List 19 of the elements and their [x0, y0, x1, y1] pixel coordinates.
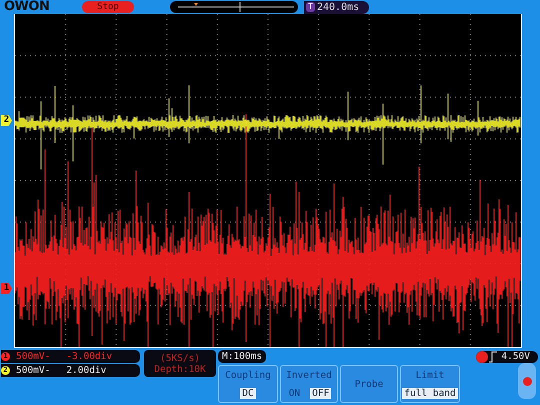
channel-offset: -3.00div — [66, 351, 112, 362]
menu-softkey[interactable]: Coupling DC — [218, 365, 278, 403]
trigger-position-readout: 240.0ms — [317, 2, 360, 12]
rising-edge-icon — [476, 350, 498, 362]
menu-softkey[interactable]: Inverted ON OFF — [280, 365, 338, 403]
menu-softkey[interactable]: Limit full band — [400, 365, 460, 403]
volts-per-div: 500mV- — [16, 351, 50, 362]
scroll-knob[interactable] — [518, 363, 536, 399]
channel-marker[interactable]: 2 — [1, 115, 12, 126]
memory-depth: Depth:10K — [154, 364, 206, 374]
trigger-badge: T — [306, 2, 315, 12]
timebase-readout: M:100ms — [218, 350, 266, 363]
run-state-indicator: Stop — [82, 1, 134, 13]
volts-per-div: 500mV- — [16, 365, 50, 376]
brand-logo: OWON — [4, 0, 50, 14]
channel-offset: 2.00div — [66, 365, 106, 376]
trigger-level: 4.50V — [501, 351, 530, 362]
sample-rate: (5KS/s) — [160, 352, 200, 364]
channel-marker[interactable]: 1 — [1, 283, 12, 294]
